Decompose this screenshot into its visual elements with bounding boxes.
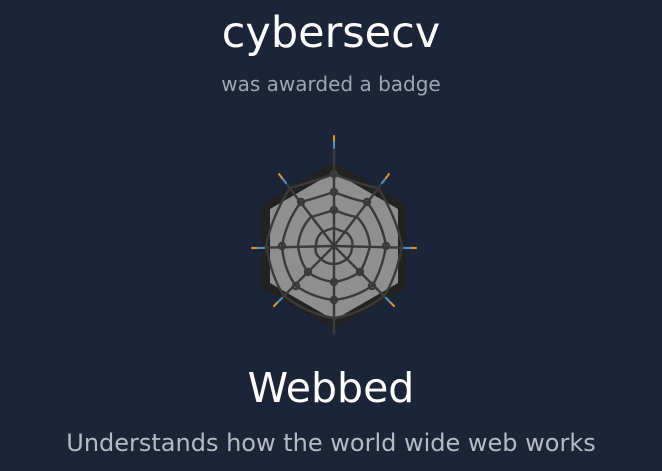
badge-description: Understands how the world wide web works	[66, 429, 596, 457]
username-heading: cybersecv	[221, 8, 441, 58]
badge-name: Webbed	[247, 364, 415, 412]
award-subtitle: was awarded a badge	[221, 72, 441, 96]
spider-web-icon	[250, 134, 418, 335]
badge-image	[244, 128, 424, 338]
